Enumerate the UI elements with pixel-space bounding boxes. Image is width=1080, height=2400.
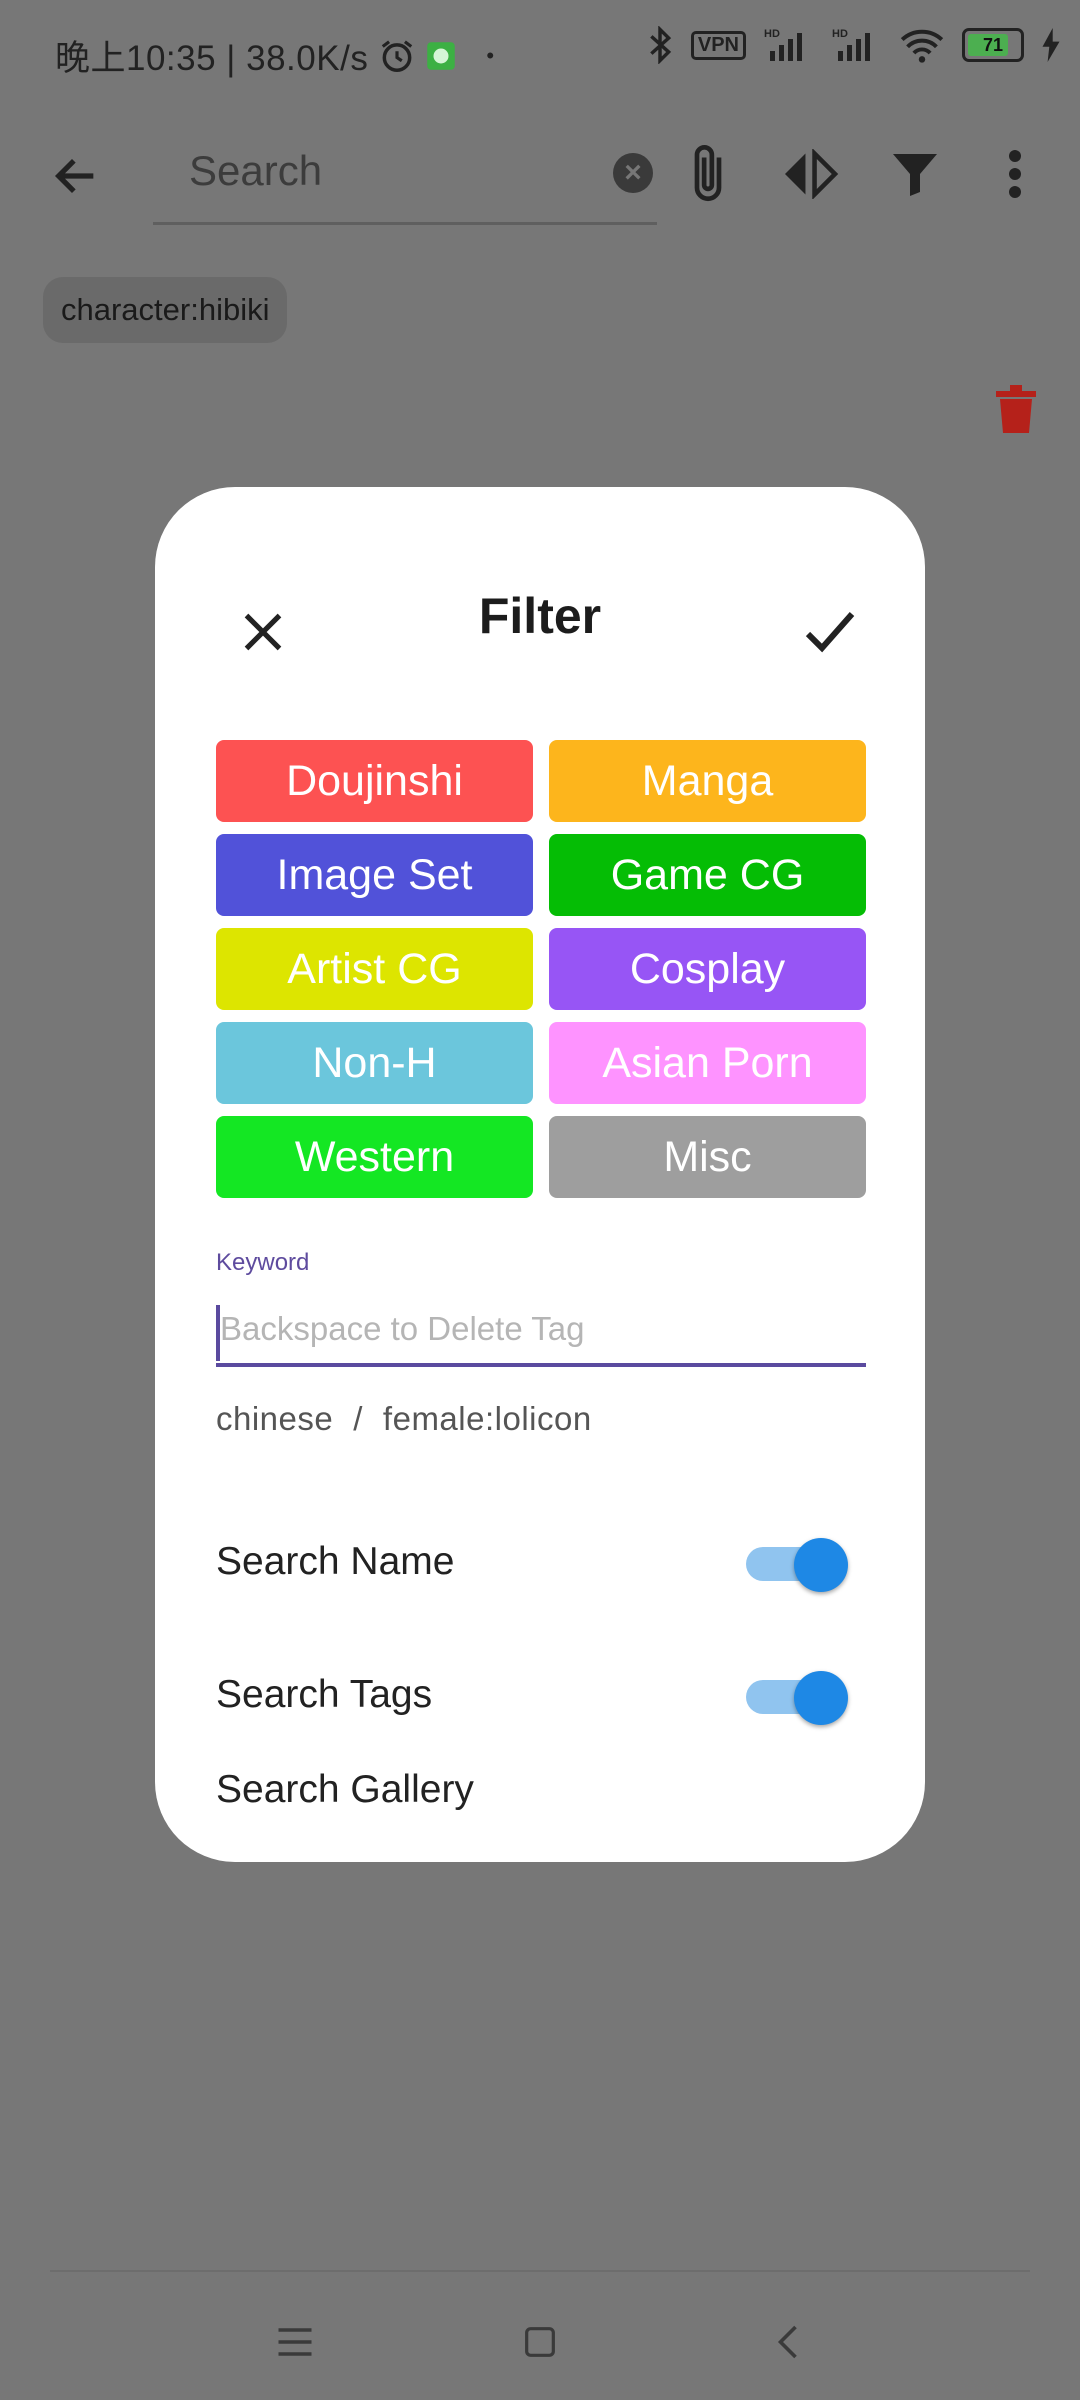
clear-search-button[interactable]: × [613,153,653,193]
tag-chip-label: character:hibiki [61,292,270,327]
delete-button[interactable] [996,385,1036,438]
filter-dialog: Filter Doujinshi Manga Image Set Game CG Art… [155,487,925,1862]
app-notification-icon [427,41,456,70]
setting-search-name: Search Name [216,1522,866,1602]
filter-button[interactable] [877,134,953,214]
home-icon [525,2327,555,2357]
category-label: Doujinshi [286,756,463,805]
category-button-cosplay[interactable]: Cosplay [549,928,866,1010]
vpn-icon: VPN [690,30,746,60]
hd-signal-icon: HD [832,28,870,61]
category-button-manga[interactable]: Manga [549,740,866,822]
selected-tags: chinese / female:lolicon [216,1400,592,1438]
category-label: Artist CG [287,944,462,993]
back-arrow-icon [54,158,94,194]
toggle-thumb [794,1538,848,1592]
hd-signal-icon: HD [764,28,802,61]
bluetooth-icon [650,26,672,64]
category-label: Western [294,1132,455,1181]
category-button-misc[interactable]: Misc [549,1116,866,1198]
back-nav-button[interactable] [748,2302,828,2382]
category-button-western[interactable]: Western [216,1116,533,1198]
keyword-input[interactable] [218,1309,862,1349]
setting-label: Search Gallery [216,1768,474,1811]
more-vert-icon [1009,150,1021,198]
category-button-game-cg[interactable]: Game CG [549,834,866,916]
search-name-toggle[interactable] [746,1538,848,1592]
keyword-label: Keyword [216,1249,310,1276]
alarm-icon [382,39,413,72]
keyword-field[interactable] [216,1287,866,1367]
category-button-image-set[interactable]: Image Set [216,834,533,916]
wifi-icon [900,29,944,63]
home-nav-button[interactable] [500,2302,580,2382]
category-label: Asian Porn [602,1038,813,1087]
category-button-non-h[interactable]: Non-H [216,1022,533,1104]
category-button-doujinshi[interactable]: Doujinshi [216,740,533,822]
status-dot: • [486,42,495,68]
search-tags-toggle[interactable] [746,1671,848,1725]
category-label: Misc [663,1132,752,1181]
svg-text:HD: HD [832,28,848,40]
setting-search-tags: Search Tags [216,1655,866,1735]
chevron-left-icon [777,2325,797,2359]
category-button-asian-porn[interactable]: Asian Porn [549,1022,866,1104]
check-icon [805,612,855,653]
more-button[interactable] [990,134,1040,214]
category-label: Manga [641,756,774,805]
toggle-thumb [794,1671,848,1725]
status-bar: 晚上10:35 | 38.0K/s • VPN HD HD 71 [0,0,1080,104]
compare-button[interactable] [772,134,848,214]
svg-text:HD: HD [764,28,780,40]
status-left: 晚上10:35 | 38.0K/s • [55,30,495,81]
setting-search-gallery: Search Gallery [216,1750,866,1830]
battery-icon: 71 [962,28,1024,62]
category-label: Cosplay [629,944,786,993]
menu-icon [278,2328,312,2356]
status-time: 晚上10:35 | 38.0K/s [55,39,369,78]
dialog-confirm-button[interactable] [790,592,870,672]
battery-level: 71 [982,34,1004,55]
selected-tag[interactable]: chinese [216,1400,333,1437]
category-button-artist-cg[interactable]: Artist CG [216,928,533,1010]
clear-icon: × [624,156,642,189]
search-input[interactable] [187,146,591,196]
app-bar: × [0,104,1080,244]
trash-icon [996,385,1036,433]
attachment-icon [694,145,722,202]
navigation-bar [0,2272,1080,2400]
setting-label: Search Tags [216,1673,433,1716]
compare-arrows-icon [785,149,839,199]
tag-separator: / [353,1400,363,1437]
charging-icon [1042,28,1060,62]
selected-tag[interactable]: female:lolicon [383,1400,592,1437]
search-field[interactable]: × [153,124,657,225]
category-label: Non-H [312,1038,437,1087]
tag-chip[interactable]: character:hibiki [43,277,288,343]
category-grid: Doujinshi Manga Image Set Game CG Artist CG C… [216,740,866,1198]
attach-button[interactable] [672,134,744,214]
category-label: Game CG [610,850,805,899]
setting-label: Search Name [216,1540,455,1583]
category-label: Image Set [276,850,473,899]
back-button[interactable] [40,140,112,212]
status-right: VPN HD HD 71 [647,26,1060,64]
filter-icon [893,154,937,196]
menu-nav-button[interactable] [255,2302,335,2382]
